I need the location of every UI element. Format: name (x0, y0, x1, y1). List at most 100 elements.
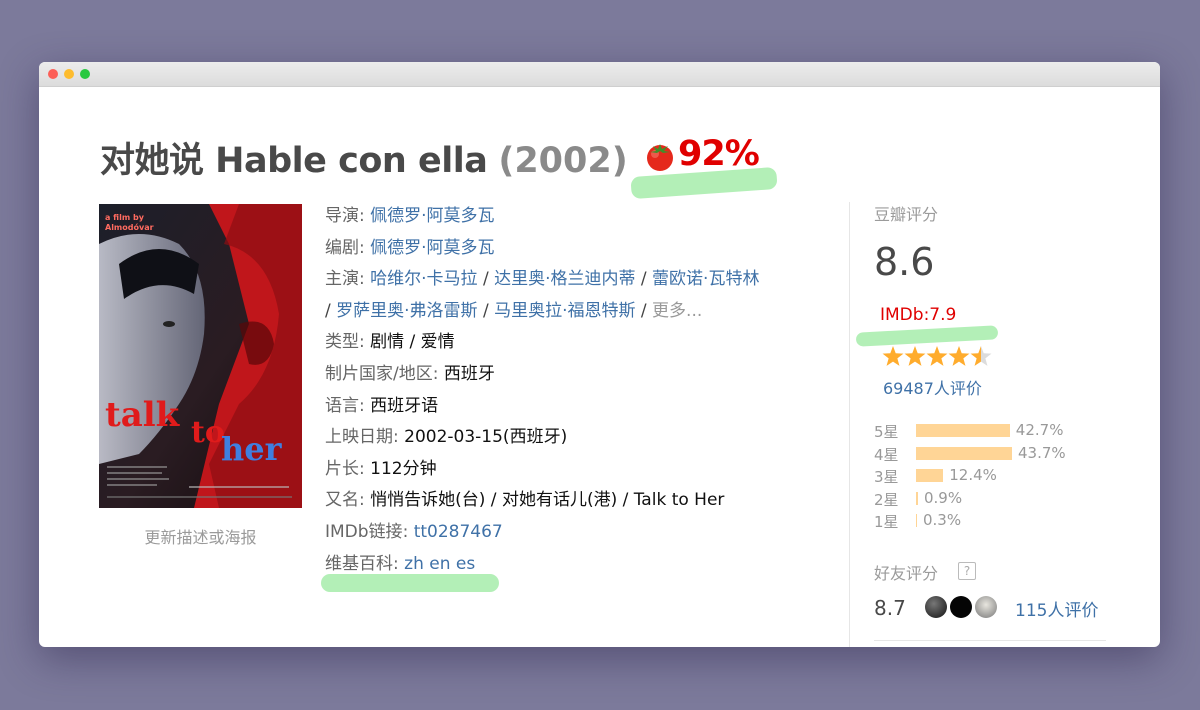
rating-distribution-row: 1星 0.3% (874, 509, 1134, 532)
rating-distribution-row: 2星 0.9% (874, 487, 1134, 510)
director-link[interactable]: 佩德罗·阿莫多瓦 (370, 206, 494, 226)
rating-percentage: 0.9% (923, 488, 963, 507)
star-icon (970, 346, 992, 366)
star-level-label: 5星 (874, 423, 899, 441)
info-imdb-row: IMDb链接: tt0287467 (325, 521, 503, 542)
star-level-label: 4星 (874, 445, 899, 464)
movie-year: (2002) (498, 141, 628, 181)
info-writer-row: 编剧: 佩德罗·阿莫多瓦 (325, 237, 495, 258)
info-label: 语言 (325, 395, 359, 416)
friends-rating-title: 好友评分 (874, 564, 939, 583)
minimize-window-button[interactable] (64, 69, 74, 79)
info-label: 主演 (325, 269, 359, 290)
rating-percentage: 42.7% (1015, 421, 1064, 439)
rt-score-value: 92% (678, 134, 760, 174)
star-icon (882, 346, 904, 366)
window-titlebar (39, 62, 1160, 87)
star-level-label: 3星 (874, 468, 899, 486)
info-cast-row: 主演: 哈维尔·卡马拉 / 达里奥·格兰迪内蒂 / 蕾欧诺·瓦特林 (325, 269, 760, 290)
info-release-row: 上映日期: 2002-03-15(西班牙) (325, 427, 568, 448)
info-label: 类型 (325, 332, 359, 353)
info-language-row: 语言: 西班牙语 (325, 395, 439, 416)
language-value: 西班牙语 (370, 395, 439, 416)
info-label: IMDb链接 (325, 521, 403, 542)
friend-avatar[interactable] (975, 596, 997, 618)
info-country-row: 制片国家/地区: 西班牙 (325, 363, 495, 384)
cast-link[interactable]: 马里奥拉·福恩特斯 (494, 301, 635, 321)
svg-text:her: her (221, 430, 283, 468)
star-icon (904, 346, 926, 366)
rating-distribution-row: 4星 43.7% (874, 442, 1134, 465)
side-divider (874, 640, 1106, 641)
rating-percentage: 12.4% (949, 466, 997, 484)
cast-link[interactable]: 达里奥·格兰迪内蒂 (494, 269, 635, 289)
info-aka-row: 又名: 悄悄告诉她(台) / 对她有话儿(港) / Talk to Her (325, 490, 725, 511)
movie-info: 导演: 佩德罗·阿莫多瓦 编剧: 佩德罗·阿莫多瓦 主演: 哈维尔·卡马拉 / … (325, 201, 825, 580)
star-level-label: 1星 (874, 513, 899, 531)
rating-bar (916, 424, 1010, 437)
rating-distribution-row: 5星 42.7% (874, 419, 1134, 442)
rating-bar (916, 514, 917, 527)
wiki-link-es[interactable]: es (456, 554, 475, 574)
cast-link[interactable]: 蕾欧诺·瓦特林 (652, 269, 759, 289)
friend-avatar[interactable] (925, 596, 947, 618)
highlight-wiki-row (321, 574, 499, 592)
genre-value: 剧情 / 爱情 (370, 332, 455, 353)
star-icon (926, 346, 948, 366)
svg-text:to: to (191, 415, 225, 450)
info-director-row: 导演: 佩德罗·阿莫多瓦 (325, 206, 495, 226)
douban-score: 8.6 (874, 240, 935, 284)
writer-link[interactable]: 佩德罗·阿莫多瓦 (370, 238, 494, 258)
friends-vote-count-link[interactable]: 115人评价 (1015, 596, 1098, 621)
info-cast-row-continued: / 罗萨里奥·弗洛雷斯 / 马里奥拉·福恩特斯 / 更多... (325, 300, 703, 321)
friends-score: 8.7 (874, 596, 906, 620)
info-label: 制片国家/地区 (325, 363, 433, 384)
cast-more-link[interactable]: 更多... (652, 301, 702, 321)
imdb-score: IMDb:7.9 (880, 305, 957, 325)
star-icon (948, 346, 970, 366)
movie-poster[interactable]: a film by Almodóvar talk to her (99, 204, 302, 508)
country-value: 西班牙 (443, 363, 495, 384)
rating-distribution: 5星 42.7% 4星 43.7% 3星 12.4% 2星 0.9% 1星 0.3% (874, 419, 1134, 532)
wiki-link-en[interactable]: en (429, 554, 450, 574)
column-divider (849, 202, 850, 647)
info-label: 又名 (325, 490, 359, 511)
vote-count-link[interactable]: 69487人评价 (883, 375, 982, 399)
svg-text:talk: talk (105, 395, 181, 435)
star-level-label: 2星 (874, 490, 899, 509)
movie-title-row: 对她说 Hable con ella (2002) (100, 132, 628, 182)
douban-rating-title: 豆瓣评分 (874, 205, 939, 224)
info-label: 维基百科 (325, 553, 393, 574)
info-label: 导演 (325, 206, 359, 226)
info-label: 上映日期 (325, 427, 393, 448)
rotten-tomatoes-score: 92% (642, 132, 802, 192)
browser-window: 对她说 Hable con ella (2002) 92% a film by … (39, 62, 1160, 647)
svg-text:Almodóvar: Almodóvar (105, 222, 154, 232)
runtime-value: 112分钟 (370, 458, 437, 479)
maximize-window-button[interactable] (80, 69, 90, 79)
release-value: 2002-03-15(西班牙) (404, 427, 568, 448)
cast-link[interactable]: 哈维尔·卡马拉 (370, 269, 477, 289)
friend-avatar[interactable] (950, 596, 972, 618)
tomato-icon (647, 144, 673, 171)
imdb-link[interactable]: tt0287467 (414, 522, 503, 542)
help-icon[interactable]: ? (958, 562, 976, 580)
close-window-button[interactable] (48, 69, 58, 79)
info-genre-row: 类型: 剧情 / 爱情 (325, 332, 455, 353)
rating-percentage: 0.3% (923, 511, 962, 529)
cast-link[interactable]: 罗萨里奥·弗洛雷斯 (336, 301, 477, 321)
rating-bar (916, 491, 918, 505)
rating-distribution-row: 3星 12.4% (874, 464, 1134, 487)
update-poster-link[interactable]: 更新描述或海报 (99, 524, 302, 548)
star-rating (882, 346, 992, 366)
svg-text:a film by: a film by (105, 213, 145, 222)
rating-percentage: 43.7% (1018, 443, 1066, 462)
wiki-link-zh[interactable]: zh (404, 554, 424, 574)
aka-value: 悄悄告诉她(台) / 对她有话儿(港) / Talk to Her (370, 490, 725, 511)
info-label: 片长 (325, 458, 359, 479)
info-runtime-row: 片长: 112分钟 (325, 458, 437, 479)
rating-bar (916, 446, 1012, 460)
info-label: 编剧 (325, 237, 359, 258)
movie-title: 对她说 Hable con ella (100, 141, 488, 181)
rating-bar (916, 469, 944, 482)
